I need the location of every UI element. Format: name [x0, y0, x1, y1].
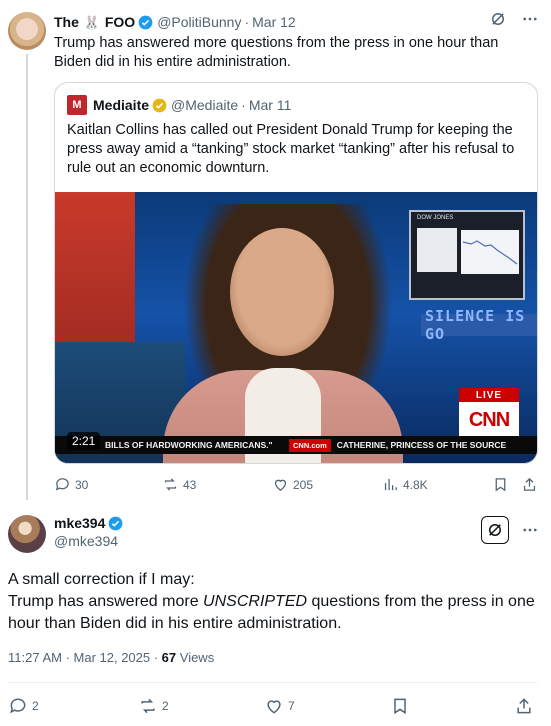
tweet2-text: A small correction if I may: Trump has a… [8, 569, 538, 635]
reply-button[interactable]: 2 [8, 696, 39, 716]
bunny-emoji: 🐰 [83, 14, 100, 30]
tweet2-views-label: Views [176, 650, 215, 665]
tweet2-text-emphasis: UNSCRIPTED [203, 593, 308, 610]
news-ticker: BILLS OF HARDWORKING AMERICANS." CNN.com… [55, 436, 537, 454]
share-icon [517, 698, 531, 714]
avatar-mke394[interactable] [8, 515, 46, 553]
tweet2-text-before: Trump has answered more [8, 593, 204, 610]
ticker-site: CNN.com [289, 438, 331, 452]
quote-date[interactable]: Mar 11 [249, 97, 292, 113]
tweet1-header: The 🐰 FOO @PolitiBunny · Mar 12 [54, 12, 296, 32]
display-name-prefix: The [54, 13, 79, 30]
like-button[interactable]: 205 [272, 476, 313, 493]
reply-icon [10, 698, 26, 714]
like-icon [274, 479, 287, 491]
bookmark-icon [394, 698, 406, 715]
monitor-label: DOW JONES [417, 215, 454, 221]
handle[interactable]: @PolitiBunny [157, 14, 241, 30]
separator-dot: · [244, 14, 250, 30]
tweet1-text: Trump has answered more questions from t… [54, 35, 499, 70]
share-button[interactable] [514, 696, 534, 716]
cnn-logo: CNN [459, 402, 519, 438]
views-button[interactable]: 4.8K [382, 476, 428, 493]
gold-verified-icon [152, 98, 167, 112]
reply-button[interactable]: 30 [54, 476, 88, 493]
tweet2-action-bar: 2 2 7 [8, 696, 538, 716]
share-icon [523, 477, 536, 491]
tweet1-action-bar: 30 43 205 4.8K [54, 476, 538, 494]
more-icon[interactable] [521, 10, 539, 28]
repost-button[interactable]: 43 [162, 476, 196, 493]
views-icon [384, 478, 397, 491]
thread-line [26, 54, 28, 500]
tweet2-header: mke394 @mke394 [54, 515, 123, 549]
anchor-face [230, 228, 334, 356]
video-duration: 2:21 [67, 432, 101, 450]
repost-icon [164, 478, 177, 491]
separator-dot: · [241, 97, 246, 113]
tweet2-top-icons [481, 516, 539, 544]
quote-handle[interactable]: @Mediaite [171, 97, 238, 113]
reply-count: 2 [32, 699, 39, 713]
reply-count: 30 [75, 477, 89, 492]
video-player[interactable]: DOW JONES SILENCE IS GO LIVE CNN BILLS O… [55, 192, 537, 463]
monitor-chart [461, 230, 519, 274]
like-button[interactable]: 7 [264, 696, 295, 716]
quote-display-name[interactable]: Mediaite [93, 97, 149, 113]
repost-icon [141, 698, 155, 714]
avatar-politibunny[interactable] [8, 12, 46, 50]
quote-text: Kaitlan Collins has called out President… [67, 122, 515, 176]
quote-tweet-card[interactable]: M Mediaite @Mediaite · Mar 11 Kaitlan Co… [54, 82, 538, 464]
grok-icon[interactable] [481, 516, 509, 544]
bookmark-button[interactable] [390, 696, 410, 716]
monitor-portrait [417, 228, 457, 272]
more-icon[interactable] [521, 521, 539, 539]
quote-header: M Mediaite @Mediaite · Mar 11 [67, 95, 291, 115]
tweet2-views-count: 67 [161, 650, 177, 665]
views-count: 4.8K [403, 477, 428, 492]
display-name[interactable]: mke394 [54, 515, 105, 531]
ticker-right: CATHERINE, PRINCESS OF THE SOURCE [336, 440, 507, 450]
tweet2-line1: A small correction if I may: [8, 571, 195, 588]
tweet2-name-row: mke394 [54, 515, 123, 531]
like-count: 7 [288, 699, 295, 713]
handle[interactable]: @mke394 [54, 533, 123, 549]
bookmark-icon [495, 478, 506, 492]
repost-count: 43 [183, 477, 197, 492]
tweet1-top-icons [489, 10, 539, 28]
background-text: SILENCE IS GO [421, 307, 537, 343]
divider [8, 682, 538, 683]
reply-icon [55, 478, 69, 491]
tweet2-line2: Trump has answered more UNSCRIPTED quest… [8, 591, 538, 635]
share-button[interactable] [521, 476, 538, 493]
verified-icon [138, 15, 153, 29]
repost-count: 2 [162, 699, 169, 713]
mediaite-logo: M [67, 95, 87, 115]
like-icon [267, 700, 281, 714]
verified-icon [109, 516, 123, 530]
display-name-suffix: FOO [104, 13, 136, 30]
stock-monitor: DOW JONES [409, 210, 525, 300]
like-count: 205 [293, 477, 314, 492]
tweet2-timestamp[interactable]: 11:27 AM · Mar 12, 2025 · [8, 650, 162, 665]
bookmark-button[interactable] [492, 476, 509, 493]
grok-icon[interactable] [489, 10, 507, 28]
live-badge: LIVE [459, 388, 519, 402]
tweet-date[interactable]: Mar 12 [252, 14, 296, 30]
tweet2-meta: 11:27 AM · Mar 12, 2025 · 67 Views [8, 650, 214, 665]
display-name[interactable]: The 🐰 FOO [54, 14, 135, 31]
repost-button[interactable]: 2 [138, 696, 169, 716]
